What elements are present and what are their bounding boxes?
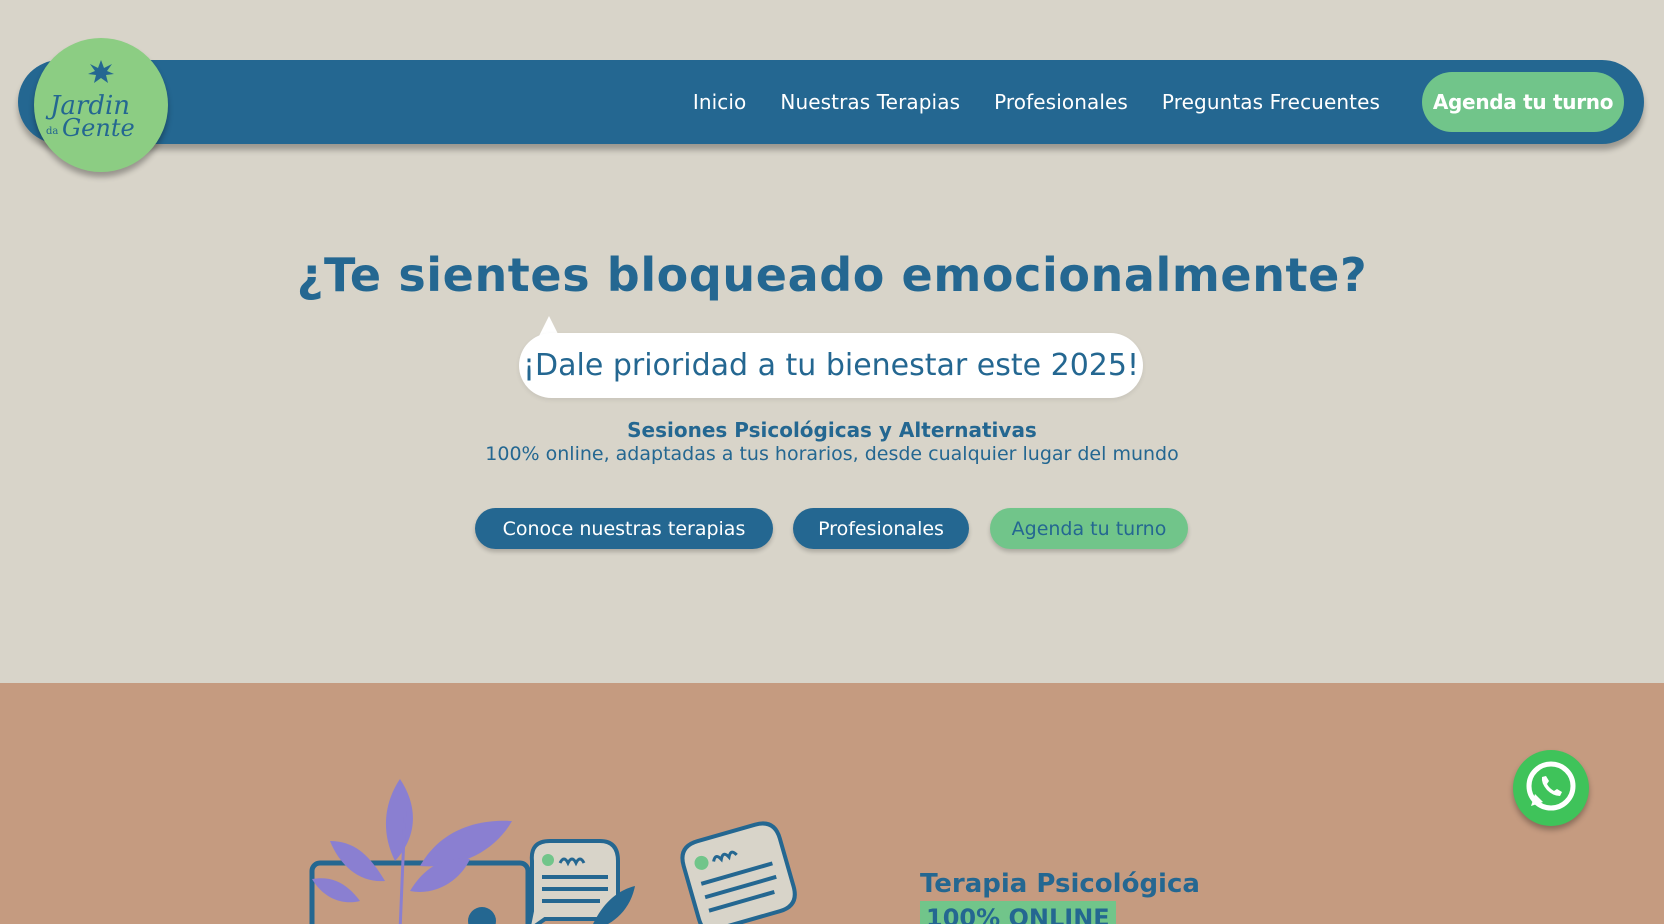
therapies-button[interactable]: Conoce nuestras terapias — [475, 508, 773, 549]
logo-word-small: da — [46, 126, 58, 137]
whatsapp-icon — [1526, 761, 1576, 811]
nav-links: Inicio Nuestras Terapias Profesionales P… — [693, 60, 1380, 144]
plant-illustration — [309, 779, 797, 924]
online-badge: 100% ONLINE — [920, 901, 1116, 924]
hero-subtitle: Sesiones Psicológicas y Alternativas — [627, 418, 1037, 442]
nav-link-profesionales[interactable]: Profesionales — [994, 90, 1128, 114]
logo-word-2: Gente — [62, 114, 135, 142]
speech-bubble: ¡Dale prioridad a tu bienestar este 2025… — [519, 333, 1143, 398]
nav-link-faq[interactable]: Preguntas Frecuentes — [1162, 90, 1380, 114]
professionals-button[interactable]: Profesionales — [793, 508, 969, 549]
nav-link-inicio[interactable]: Inicio — [693, 90, 747, 114]
therapy-section: Terapia Psicológica 100% ONLINE — [0, 683, 1664, 924]
hero-subtext: 100% online, adaptadas a tus horarios, d… — [485, 443, 1179, 465]
nav-agenda-button[interactable]: Agenda tu turno — [1422, 72, 1624, 132]
agenda-button[interactable]: Agenda tu turno — [990, 508, 1188, 549]
star-icon — [88, 60, 114, 83]
nav-link-terapias[interactable]: Nuestras Terapias — [780, 90, 960, 114]
therapy-title: Terapia Psicológica — [920, 869, 1200, 899]
navbar: Inicio Nuestras Terapias Profesionales P… — [18, 60, 1644, 144]
whatsapp-button[interactable] — [1513, 750, 1589, 826]
logo[interactable]: Jardin da Gente — [34, 38, 168, 172]
hero-section: Inicio Nuestras Terapias Profesionales P… — [0, 0, 1664, 683]
hero-headline: ¿Te sientes bloqueado emocionalmente? — [296, 248, 1368, 302]
